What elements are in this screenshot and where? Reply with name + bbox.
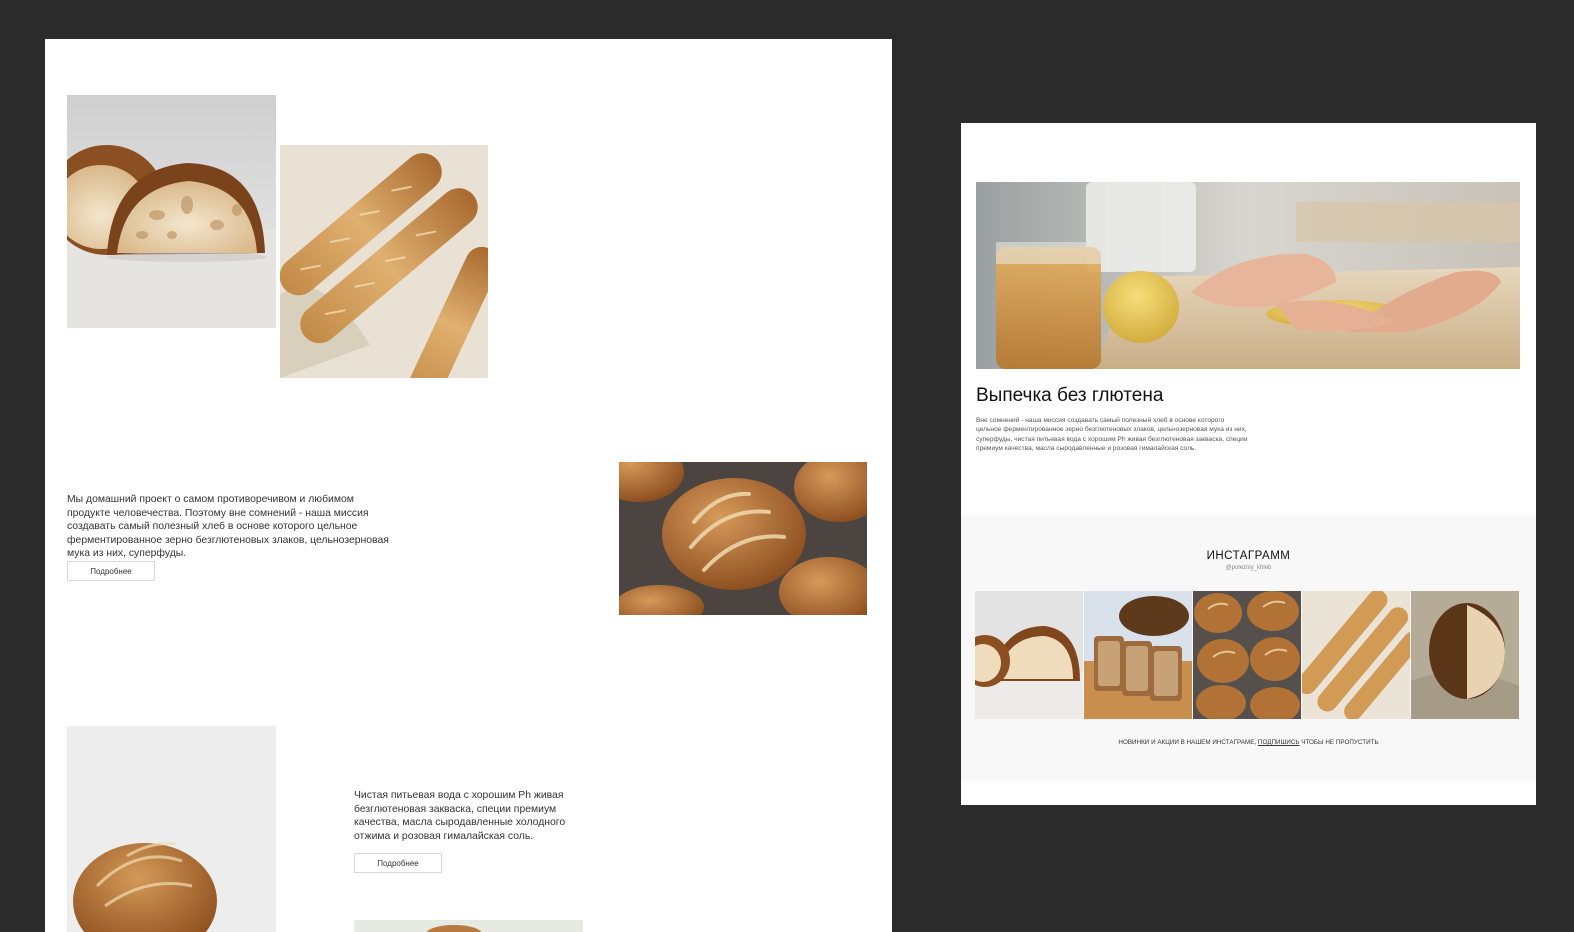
instagram-section: ИНСТАГРАММ @polezniy_khleb НОВИНКИ И АКЦ… <box>961 515 1536 781</box>
page-title: Выпечка без глютена <box>976 385 1164 406</box>
instagram-footer-text: НОВИНКИ И АКЦИИ В НАШЕМ ИНСТАГРАМЕ, <box>1118 739 1257 746</box>
baguettes-photo <box>280 145 488 378</box>
sourdough-loaf-cut-photo <box>67 95 276 328</box>
right-page: Выпечка без глютена Вне сомнений - наша … <box>961 123 1536 805</box>
instagram-title: ИНСТАГРАММ <box>1206 550 1291 562</box>
instagram-post-baguettes[interactable] <box>1302 591 1410 719</box>
left-page: Мы домашний проект о самом противоречиво… <box>45 39 892 932</box>
instagram-footer-text-end: ЧТОБЫ НЕ ПРОПУСТИТЬ <box>1301 739 1379 746</box>
instagram-subscribe-link[interactable]: ПОДПИШИСЬ <box>1258 739 1300 746</box>
water-paragraph: Чистая питьевая вода с хорошим Ph живая … <box>354 790 566 842</box>
instagram-post-loaf-on-cloth[interactable] <box>1411 591 1519 719</box>
intro-more-button[interactable]: Подробнее <box>67 561 155 581</box>
instagram-post-loaf-cut[interactable] <box>975 591 1083 719</box>
instagram-handle: @polezniy_khleb <box>1225 565 1272 571</box>
bread-bottom-photo <box>354 920 583 932</box>
instagram-post-round-loaves[interactable] <box>1193 591 1301 719</box>
round-loaves-photo <box>619 462 867 615</box>
page-description: Вне сомнений - наша миссия создавать сам… <box>976 417 1248 453</box>
round-loaf-photo <box>67 726 276 932</box>
instagram-grid <box>975 591 1519 719</box>
instagram-post-sliced-bread[interactable] <box>1084 591 1192 719</box>
water-more-button[interactable]: Подробнее <box>354 853 442 873</box>
dough-kneading-photo <box>976 182 1520 369</box>
instagram-footer: НОВИНКИ И АКЦИИ В НАШЕМ ИНСТАГРАМЕ, ПОДП… <box>961 739 1536 746</box>
intro-paragraph: Мы домашний проект о самом противоречиво… <box>67 494 389 560</box>
